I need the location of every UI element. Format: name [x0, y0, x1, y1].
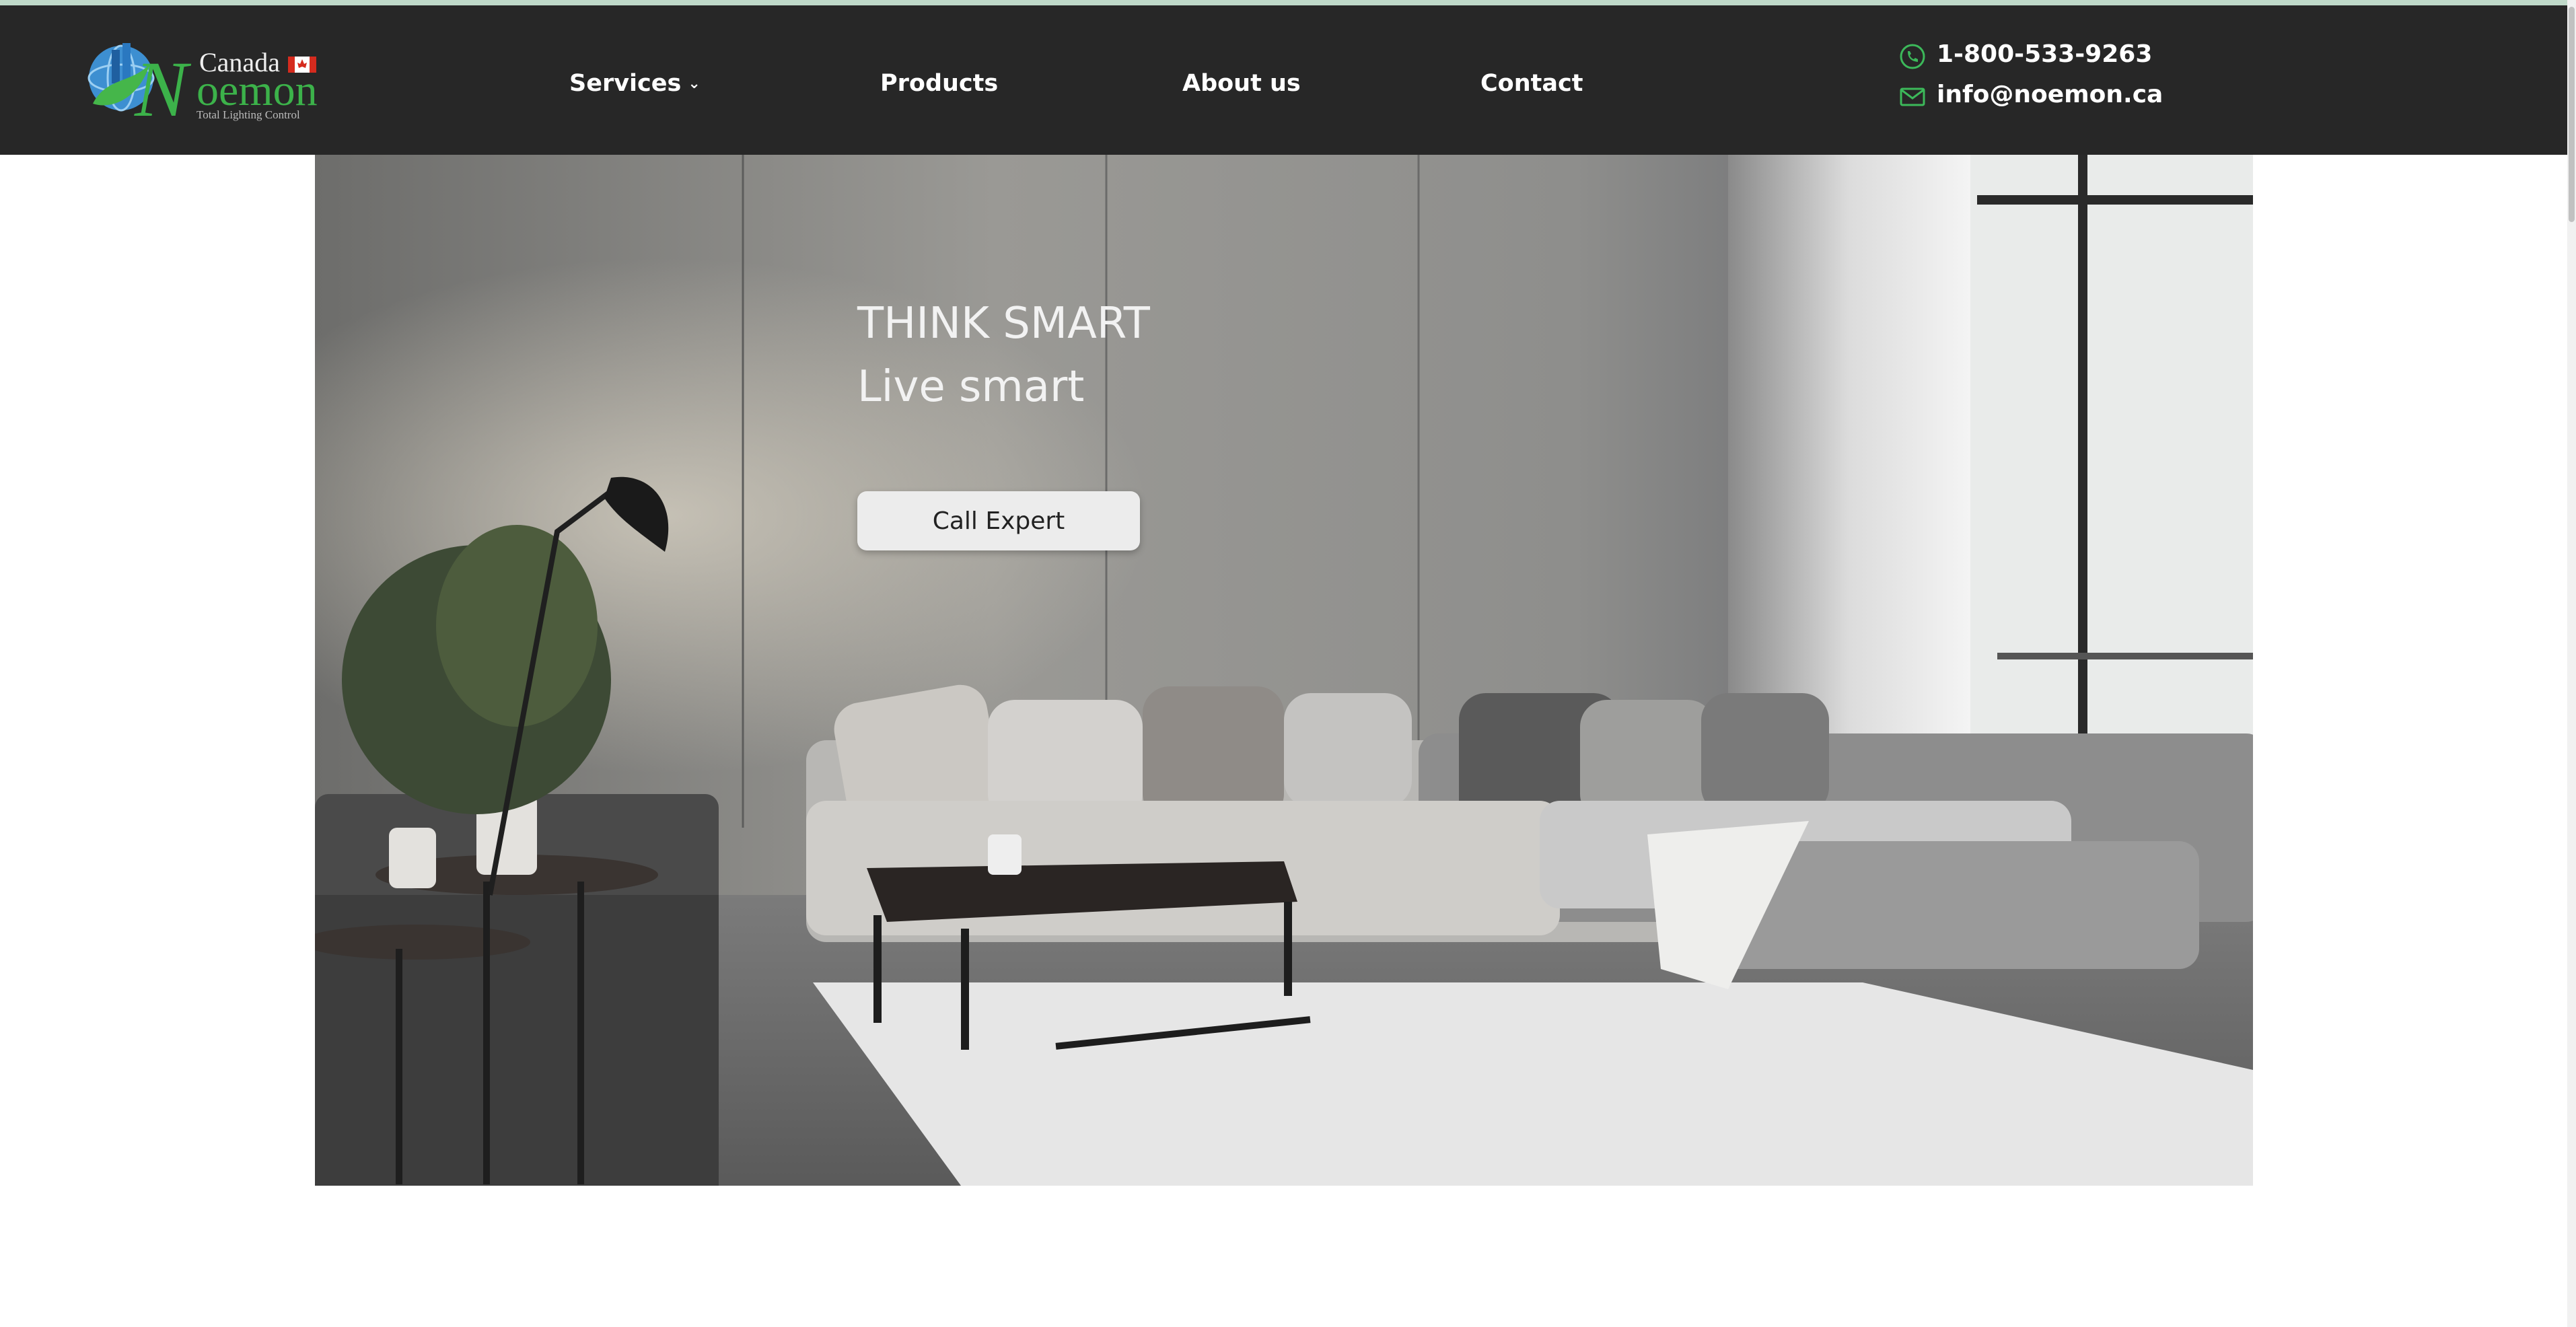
chevron-down-icon: ⌄	[688, 75, 701, 92]
svg-text:N: N	[134, 45, 192, 122]
page-scrollbar[interactable]	[2567, 0, 2576, 1327]
nav-services[interactable]: Services ⌄	[569, 70, 701, 97]
phone-link[interactable]: 1-800-533-9263	[1899, 40, 2153, 69]
top-accent-line	[0, 0, 2567, 5]
mail-icon	[1900, 87, 1925, 106]
hero-headline: THINK SMART	[857, 299, 1150, 349]
email-link[interactable]: info@noemon.ca	[1899, 81, 2163, 108]
hero-subheadline: Live smart	[857, 362, 1085, 412]
nav-services-label: Services	[569, 70, 682, 97]
nav-about-us[interactable]: About us	[1182, 70, 1301, 97]
nav-products[interactable]: Products	[880, 70, 998, 97]
scrollbar-thumb[interactable]	[2569, 7, 2575, 222]
brand-logo[interactable]: N Canada oemon Total Lighting Control	[86, 36, 323, 122]
site-header: N Canada oemon Total Lighting Control Se…	[0, 5, 2567, 155]
living-room-background-image	[315, 155, 2253, 1186]
hero-banner: THINK SMART Live smart Call Expert	[315, 155, 2253, 1186]
logo-tagline: Total Lighting Control	[196, 108, 300, 121]
phone-icon	[1900, 44, 1925, 69]
nav-contact[interactable]: Contact	[1480, 70, 1583, 97]
call-expert-button[interactable]: Call Expert	[857, 491, 1140, 550]
phone-number: 1-800-533-9263	[1937, 40, 2153, 68]
email-address: info@noemon.ca	[1937, 81, 2163, 108]
